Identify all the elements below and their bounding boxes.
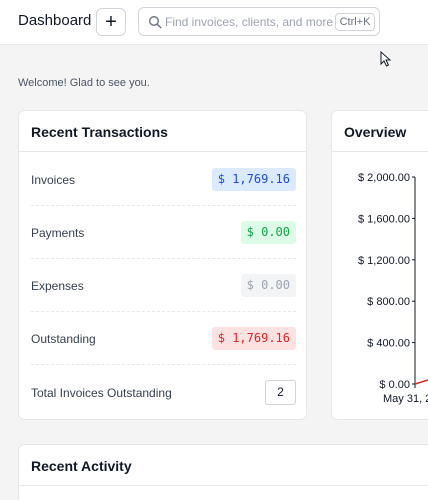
transaction-amount: $ 0.00 [240, 221, 296, 244]
search-icon [148, 15, 162, 29]
chart-y-tick-label: $ 800.00 [367, 296, 410, 308]
chart-y-tick-label: $ 2,000.00 [358, 172, 410, 184]
total-invoices-outstanding-count: 2 [265, 380, 296, 405]
overview-chart: $ 0.00 $ 400.00 $ 800.00 $ 1,200.00 $ 1,600.… [358, 172, 428, 405]
recent-transactions-title: Recent Transactions [19, 111, 306, 152]
transaction-amount: $ 1,769.16 [211, 327, 296, 350]
search-shortcut-badge: Ctrl+K [335, 13, 375, 31]
chart-y-tick-label: $ 1,600.00 [358, 213, 410, 225]
chart-series-line [414, 379, 428, 385]
recent-activity-title: Recent Activity [19, 445, 428, 486]
chart-x-tick-label: May 31, 2 [383, 393, 428, 405]
chart-y-tick-label: $ 400.00 [367, 338, 410, 350]
recent-transactions-card: Recent Transactions Invoices $ 1,769.16 … [18, 110, 307, 420]
page-title: Dashboard [18, 12, 92, 29]
search-input[interactable] [165, 12, 333, 32]
chart-y-tick-label: $ 0.00 [379, 379, 410, 391]
plus-icon: + [105, 11, 117, 33]
search-box[interactable]: Ctrl+K [138, 7, 380, 36]
transaction-label: Payments [31, 226, 85, 240]
transaction-row-expenses[interactable]: Expenses $ 0.00 [31, 259, 296, 312]
top-bar: Dashboard + Ctrl+K [0, 0, 428, 45]
overview-title: Overview [332, 111, 428, 152]
transaction-row-payments[interactable]: Payments $ 0.00 [31, 206, 296, 259]
transaction-label: Invoices [31, 173, 76, 187]
transaction-row-invoices[interactable]: Invoices $ 1,769.16 [31, 153, 296, 206]
transaction-label: Outstanding [31, 332, 96, 346]
welcome-message: Welcome! Glad to see you. [18, 77, 150, 89]
transaction-row-outstanding[interactable]: Outstanding $ 1,769.16 [31, 312, 296, 365]
transaction-amount: $ 1,769.16 [211, 168, 296, 191]
recent-activity-card: Recent Activity [18, 444, 428, 500]
mouse-cursor-icon [380, 51, 392, 67]
total-invoices-outstanding-label: Total Invoices Outstanding [31, 386, 172, 400]
transaction-amount: $ 0.00 [240, 274, 296, 297]
transaction-label: Expenses [31, 279, 84, 293]
add-button[interactable]: + [96, 8, 126, 36]
total-invoices-outstanding-row: Total Invoices Outstanding 2 [31, 366, 296, 419]
chart-y-tick-label: $ 1,200.00 [358, 255, 410, 267]
